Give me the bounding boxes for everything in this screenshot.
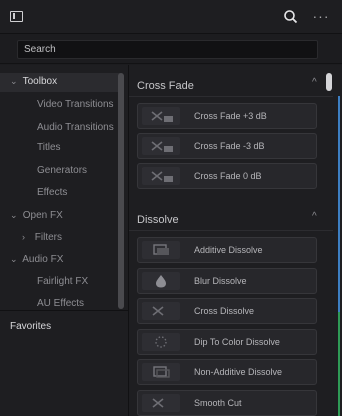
effect-label: Cross Fade 0 dB xyxy=(194,171,262,181)
timeline-edge-green xyxy=(338,312,340,416)
effect-label: Cross Fade -3 dB xyxy=(194,141,265,151)
effect-item-cross-fade-plus3[interactable]: Cross Fade +3 dB xyxy=(137,103,317,129)
effect-label: Cross Fade +3 dB xyxy=(194,111,267,121)
tree-item-audio-transitions[interactable]: Audio Transitions xyxy=(37,122,114,133)
tree-label: Filters xyxy=(34,232,63,243)
effect-item-blur-dissolve[interactable]: Blur Dissolve xyxy=(137,268,317,294)
search-area: Search xyxy=(0,34,342,64)
tree-item-video-transitions[interactable]: Video Transitions xyxy=(37,99,114,110)
tree-item-audio-fx[interactable]: ⌄ Audio FX xyxy=(10,254,63,265)
smooth-cut-icon xyxy=(142,394,180,412)
non-additive-icon xyxy=(142,363,180,381)
search-input[interactable]: Search xyxy=(17,40,318,59)
blur-drop-icon xyxy=(142,272,180,290)
left-tree-panel: ⌄ Toolbox Video Transitions Audio Transi… xyxy=(0,65,128,416)
chevron-down-icon: ⌄ xyxy=(10,254,18,264)
effect-item-cross-fade-minus3[interactable]: Cross Fade -3 dB xyxy=(137,133,317,159)
tree-label: Toolbox xyxy=(22,76,58,87)
more-options-icon[interactable]: ··· xyxy=(309,6,333,26)
effect-item-non-additive-dissolve[interactable]: Non-Additive Dissolve xyxy=(137,359,317,385)
tree-item-effects[interactable]: Effects xyxy=(37,187,67,198)
effect-item-additive-dissolve[interactable]: Additive Dissolve xyxy=(137,237,317,263)
tree-label: Audio FX xyxy=(22,254,64,265)
effect-label: Smooth Cut xyxy=(194,398,242,408)
dip-dots-icon xyxy=(142,333,180,351)
effect-item-dip-to-color[interactable]: Dip To Color Dissolve xyxy=(137,329,317,355)
top-bar: ··· xyxy=(0,0,342,34)
cross-dissolve-icon xyxy=(142,302,180,320)
effect-item-cross-fade-0[interactable]: Cross Fade 0 dB xyxy=(137,163,317,189)
chevron-down-icon: ⌄ xyxy=(10,76,18,86)
right-scrollbar[interactable] xyxy=(326,73,332,91)
effects-list-panel: Cross Fade ^ Cross Fade +3 dB Cross Fade… xyxy=(129,65,342,416)
crossfade-plus3-icon xyxy=(142,107,180,125)
effect-item-smooth-cut[interactable]: Smooth Cut xyxy=(137,390,317,416)
tree-item-generators[interactable]: Generators xyxy=(37,165,87,176)
tree-item-titles[interactable]: Titles xyxy=(37,142,61,153)
tree-item-toolbox[interactable]: ⌄ Toolbox xyxy=(10,76,57,87)
crossfade-0-icon xyxy=(142,167,180,185)
effect-label: Blur Dissolve xyxy=(194,276,247,286)
additive-dissolve-icon xyxy=(142,241,180,259)
section-divider xyxy=(129,96,333,97)
tree-item-filters[interactable]: › Filters xyxy=(22,232,62,243)
chevron-down-icon: ⌄ xyxy=(10,210,18,220)
left-scrollbar[interactable] xyxy=(118,73,124,309)
tree-item-au-effects[interactable]: AU Effects xyxy=(37,298,84,309)
effect-label: Cross Dissolve xyxy=(194,306,255,316)
favorites-panel: Favorites xyxy=(0,310,128,416)
section-title-cross-fade: Cross Fade xyxy=(137,80,194,92)
search-icon[interactable] xyxy=(282,8,300,26)
chevron-right-icon: › xyxy=(22,232,25,242)
effect-label: Dip To Color Dissolve xyxy=(194,337,280,347)
tree-label: Open FX xyxy=(22,210,63,221)
collapse-chevron-icon[interactable]: ^ xyxy=(312,211,317,222)
tree-item-fairlight-fx[interactable]: Fairlight FX xyxy=(37,276,88,287)
section-divider xyxy=(129,230,333,231)
timeline-edge-blue xyxy=(338,96,340,312)
effect-item-cross-dissolve[interactable]: Cross Dissolve xyxy=(137,298,317,324)
collapse-chevron-icon[interactable]: ^ xyxy=(312,77,317,88)
effect-label: Non-Additive Dissolve xyxy=(194,367,283,377)
section-title-dissolve: Dissolve xyxy=(137,214,179,226)
effect-label: Additive Dissolve xyxy=(194,245,263,255)
tree-item-open-fx[interactable]: ⌄ Open FX xyxy=(10,210,63,221)
crossfade-minus3-icon xyxy=(142,137,180,155)
panel-toggle-icon[interactable] xyxy=(10,11,23,22)
favorites-label[interactable]: Favorites xyxy=(10,321,51,332)
